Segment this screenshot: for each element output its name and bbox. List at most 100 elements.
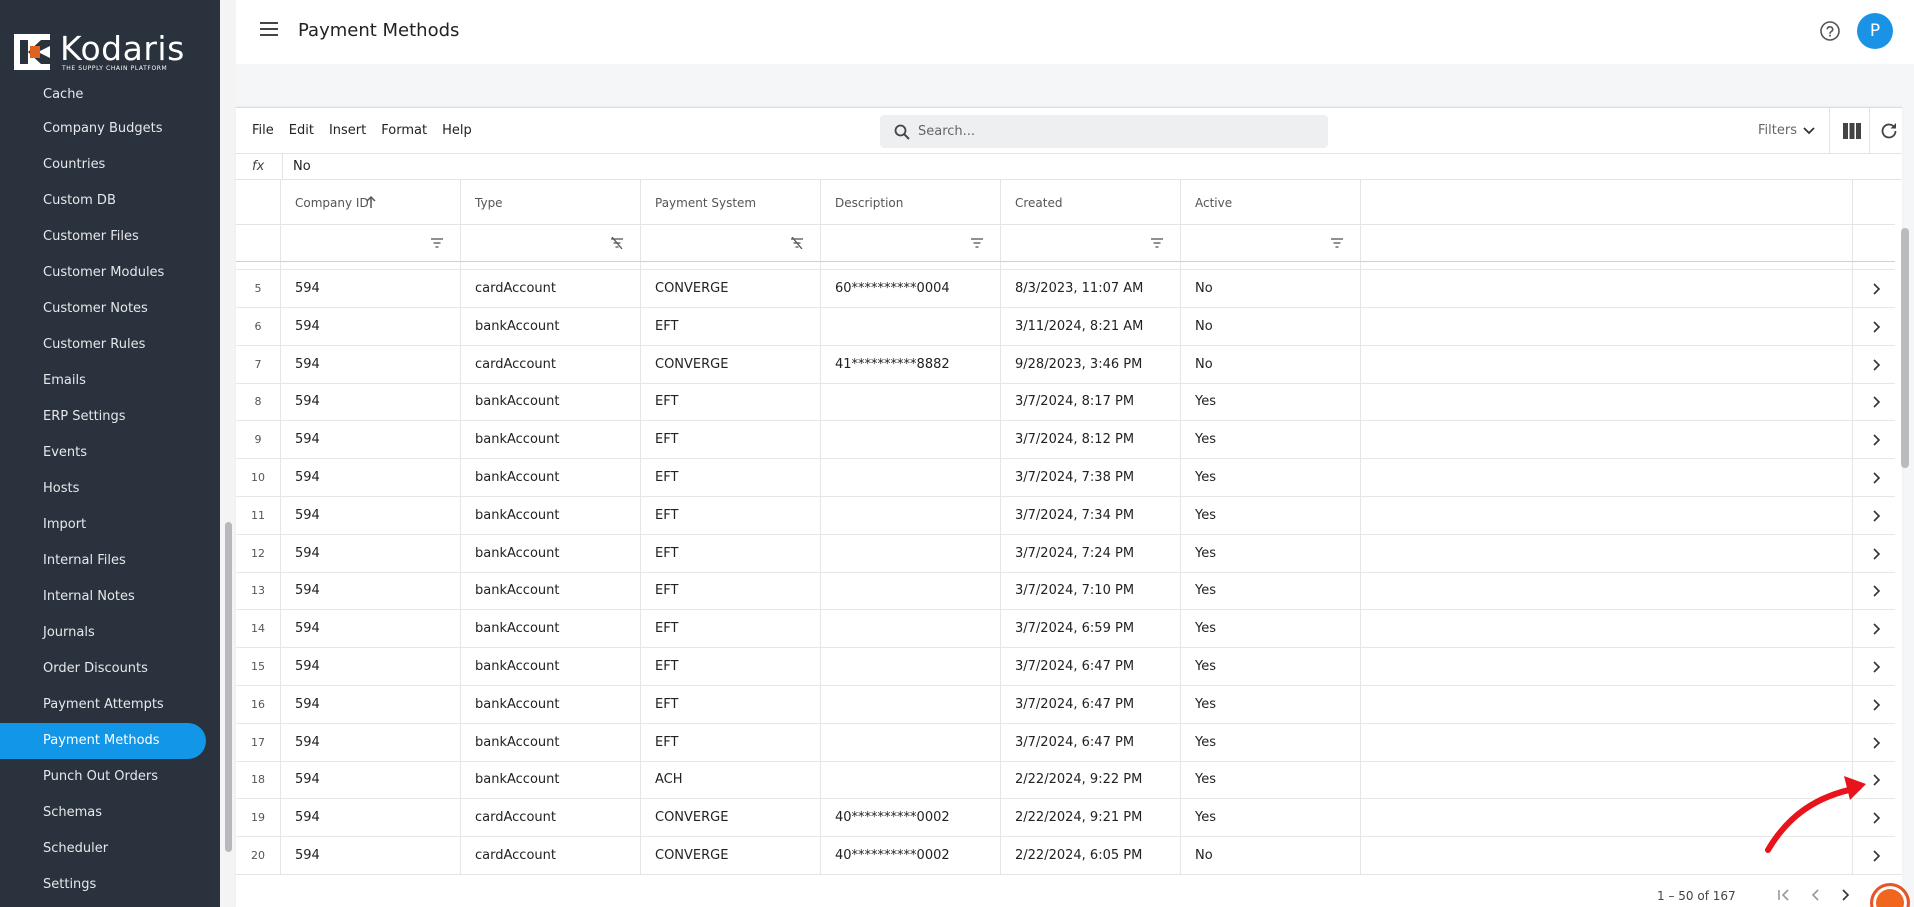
cell-company[interactable]: 594 bbox=[281, 837, 461, 874]
sidebar-item-journals[interactable]: Journals bbox=[0, 615, 210, 651]
cell-system[interactable]: CONVERGE bbox=[641, 837, 821, 874]
cell-description[interactable] bbox=[821, 572, 1001, 611]
cell-company[interactable]: 594 bbox=[281, 270, 461, 308]
cell-system[interactable]: EFT bbox=[641, 496, 821, 535]
cell-type[interactable]: cardAccount bbox=[461, 345, 641, 384]
cell-company[interactable]: 594 bbox=[281, 572, 461, 611]
cell-description[interactable] bbox=[821, 723, 1001, 762]
table-row[interactable]: 9 594 bankAccount EFT 3/7/2024, 8:12 PM Yes bbox=[236, 421, 1895, 460]
cell-system[interactable]: EFT bbox=[641, 685, 821, 724]
cell-description[interactable] bbox=[821, 534, 1001, 573]
sidebar-item-custom-db[interactable]: Custom DB bbox=[0, 183, 210, 219]
cell-type[interactable]: bankAccount bbox=[461, 572, 641, 611]
cell-active[interactable]: No bbox=[1181, 837, 1361, 874]
grid-scrollbar[interactable] bbox=[1901, 228, 1909, 468]
open-row-chevron-icon[interactable] bbox=[1872, 395, 1882, 409]
open-row-chevron-icon[interactable] bbox=[1872, 622, 1882, 636]
cell-created[interactable]: 3/7/2024, 7:24 PM bbox=[1001, 534, 1181, 573]
cell-active[interactable]: Yes bbox=[1181, 723, 1361, 762]
table-row[interactable]: 14 594 bankAccount EFT 3/7/2024, 6:59 PM Yes bbox=[236, 610, 1895, 649]
sidebar-item-cache[interactable]: Cache bbox=[0, 79, 210, 111]
cell-company[interactable]: 594 bbox=[281, 459, 461, 497]
column-filter-company-id[interactable] bbox=[281, 225, 461, 261]
cell-company[interactable]: 594 bbox=[281, 610, 461, 649]
cell-created[interactable]: 2/22/2024, 9:22 PM bbox=[1001, 761, 1181, 800]
cell-system[interactable]: CONVERGE bbox=[641, 345, 821, 384]
column-filter-payment-system[interactable] bbox=[641, 225, 821, 261]
sidebar-item-countries[interactable]: Countries bbox=[0, 147, 210, 183]
table-row[interactable]: 6 594 bankAccount EFT 3/11/2024, 8:21 AM No bbox=[236, 307, 1895, 346]
cell-description[interactable] bbox=[821, 421, 1001, 460]
cell-type[interactable]: bankAccount bbox=[461, 421, 641, 460]
filters-dropdown[interactable]: Filters bbox=[1758, 123, 1815, 138]
cell-created[interactable]: 3/7/2024, 6:47 PM bbox=[1001, 685, 1181, 724]
cell-active[interactable]: Yes bbox=[1181, 572, 1361, 611]
cell-created[interactable]: 3/7/2024, 8:17 PM bbox=[1001, 383, 1181, 422]
cell-type[interactable]: bankAccount bbox=[461, 723, 641, 762]
cell-description[interactable] bbox=[821, 648, 1001, 686]
sidebar-item-internal-files[interactable]: Internal Files bbox=[0, 543, 210, 579]
column-filter-created[interactable] bbox=[1001, 225, 1181, 261]
cell-active[interactable]: No bbox=[1181, 262, 1361, 270]
table-row[interactable]: 13 594 bankAccount EFT 3/7/2024, 7:10 PM Yes bbox=[236, 572, 1895, 611]
menu-format[interactable]: Format bbox=[381, 123, 427, 138]
cell-created[interactable]: 2/22/2024, 9:21 PM bbox=[1001, 799, 1181, 838]
cell-system[interactable]: EFT bbox=[641, 383, 821, 422]
columns-icon[interactable] bbox=[1843, 123, 1861, 139]
sidebar-item-punch-out-orders[interactable]: Punch Out Orders bbox=[0, 759, 210, 795]
cell-type[interactable]: cardAccount bbox=[461, 837, 641, 874]
sidebar-item-emails[interactable]: Emails bbox=[0, 363, 210, 399]
cell-description[interactable] bbox=[821, 262, 1001, 270]
cell-created[interactable]: 3/11/2024, 8:31 AM bbox=[1001, 262, 1181, 270]
sidebar-item-events[interactable]: Events bbox=[0, 435, 210, 471]
cell-active[interactable]: No bbox=[1181, 345, 1361, 384]
cell-company[interactable]: 594 bbox=[281, 761, 461, 800]
cell-created[interactable]: 3/7/2024, 7:38 PM bbox=[1001, 459, 1181, 497]
cell-type[interactable]: cardAccount bbox=[461, 270, 641, 308]
cell-created[interactable]: 3/7/2024, 6:47 PM bbox=[1001, 648, 1181, 686]
cell-active[interactable]: Yes bbox=[1181, 534, 1361, 573]
column-header-created[interactable]: Created bbox=[1001, 180, 1181, 224]
sidebar-item-payment-attempts[interactable]: Payment Attempts bbox=[0, 687, 210, 723]
cell-description[interactable]: 41**********8882 bbox=[821, 345, 1001, 384]
cell-description[interactable] bbox=[821, 307, 1001, 346]
open-row-chevron-icon[interactable] bbox=[1872, 849, 1882, 863]
open-row-chevron-icon[interactable] bbox=[1872, 736, 1882, 750]
search-box[interactable] bbox=[880, 115, 1328, 148]
sidebar-item-scheduler[interactable]: Scheduler bbox=[0, 831, 210, 867]
cell-created[interactable]: 3/7/2024, 6:47 PM bbox=[1001, 723, 1181, 762]
next-page-icon[interactable] bbox=[1837, 887, 1853, 903]
table-row[interactable]: 10 594 bankAccount EFT 3/7/2024, 7:38 PM Yes bbox=[236, 459, 1895, 497]
sidebar-item-hosts[interactable]: Hosts bbox=[0, 471, 210, 507]
table-row[interactable]: 5 594 cardAccount CONVERGE 60**********0004 8… bbox=[236, 270, 1895, 308]
column-filter-type[interactable] bbox=[461, 225, 641, 261]
hamburger-menu-icon[interactable] bbox=[260, 22, 278, 38]
filter-icon[interactable] bbox=[1150, 237, 1164, 249]
open-row-chevron-icon[interactable] bbox=[1872, 773, 1882, 787]
table-row[interactable]: 4594bankAccountEFT 3/11/2024, 8:31 AMNo bbox=[236, 262, 1895, 270]
filter-off-icon[interactable] bbox=[610, 237, 624, 249]
cell-active[interactable]: No bbox=[1181, 270, 1361, 308]
cell-created[interactable]: 3/7/2024, 6:59 PM bbox=[1001, 610, 1181, 649]
cell-company[interactable]: 594 bbox=[281, 799, 461, 838]
open-row-chevron-icon[interactable] bbox=[1872, 320, 1882, 334]
cell-active[interactable]: Yes bbox=[1181, 685, 1361, 724]
cell-company[interactable]: 594 bbox=[281, 534, 461, 573]
column-header-company-id[interactable]: Company ID bbox=[281, 180, 461, 224]
cell-active[interactable]: Yes bbox=[1181, 648, 1361, 686]
open-row-chevron-icon[interactable] bbox=[1872, 433, 1882, 447]
open-row-chevron-icon[interactable] bbox=[1872, 471, 1882, 485]
cell-company[interactable]: 594 bbox=[281, 685, 461, 724]
cell-active[interactable]: No bbox=[1181, 307, 1361, 346]
cell-system[interactable]: CONVERGE bbox=[641, 270, 821, 308]
cell-company[interactable]: 594 bbox=[281, 383, 461, 422]
filter-icon[interactable] bbox=[430, 237, 444, 249]
sidebar-item-settings[interactable]: Settings bbox=[0, 867, 210, 903]
cell-system[interactable]: ACH bbox=[641, 761, 821, 800]
menu-edit[interactable]: Edit bbox=[289, 123, 314, 138]
cell-company[interactable]: 594 bbox=[281, 262, 461, 270]
column-filter-active[interactable] bbox=[1181, 225, 1361, 261]
search-input[interactable] bbox=[918, 115, 1318, 148]
cell-type[interactable]: bankAccount bbox=[461, 307, 641, 346]
cell-type[interactable]: bankAccount bbox=[461, 496, 641, 535]
